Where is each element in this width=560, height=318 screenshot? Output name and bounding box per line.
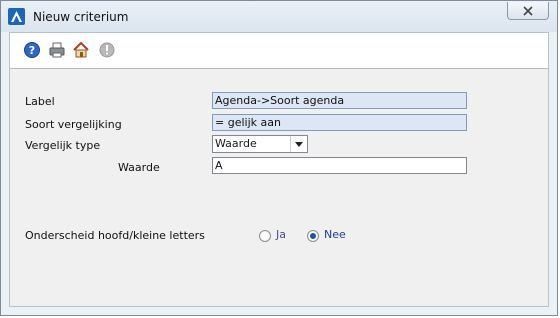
- compare-type-select[interactable]: Waarde: [212, 135, 308, 153]
- radio-nee[interactable]: [307, 230, 319, 242]
- comparison-field: = gelijk aan: [212, 114, 467, 131]
- dialog-content: ? Label Agenda->Soort agenda Soort verge…: [9, 32, 549, 307]
- compare-type-caption: Vergelijk type: [25, 139, 101, 152]
- close-button[interactable]: [507, 2, 549, 20]
- print-icon[interactable]: [48, 41, 66, 59]
- title-bar[interactable]: Nieuw criterium: [1, 1, 557, 32]
- chevron-down-icon[interactable]: [290, 136, 307, 152]
- home-icon[interactable]: [72, 41, 90, 59]
- info-icon: [98, 41, 116, 59]
- help-icon[interactable]: ?: [23, 41, 41, 59]
- value-input[interactable]: A: [212, 157, 467, 174]
- comparison-caption: Soort vergelijking: [25, 118, 122, 131]
- radio-ja-label[interactable]: Ja: [276, 228, 286, 241]
- toolbar: ?: [10, 33, 548, 69]
- compare-type-value: Waarde: [215, 137, 257, 150]
- dialog-window: Nieuw criterium ? Label Agenda->Soort ag…: [0, 0, 558, 316]
- window-title: Nieuw criterium: [33, 10, 129, 24]
- case-sensitive-caption: Onderscheid hoofd/kleine letters: [25, 229, 205, 242]
- svg-text:?: ?: [29, 44, 35, 57]
- radio-nee-label[interactable]: Nee: [324, 228, 346, 241]
- label-field: Agenda->Soort agenda: [212, 92, 467, 109]
- criterion-form: Label Agenda->Soort agenda Soort vergeli…: [10, 69, 548, 306]
- close-icon: [523, 5, 533, 16]
- value-caption: Waarde: [118, 161, 160, 174]
- app-logo-icon: [8, 8, 25, 25]
- radio-ja[interactable]: [259, 230, 271, 242]
- label-caption: Label: [25, 95, 55, 108]
